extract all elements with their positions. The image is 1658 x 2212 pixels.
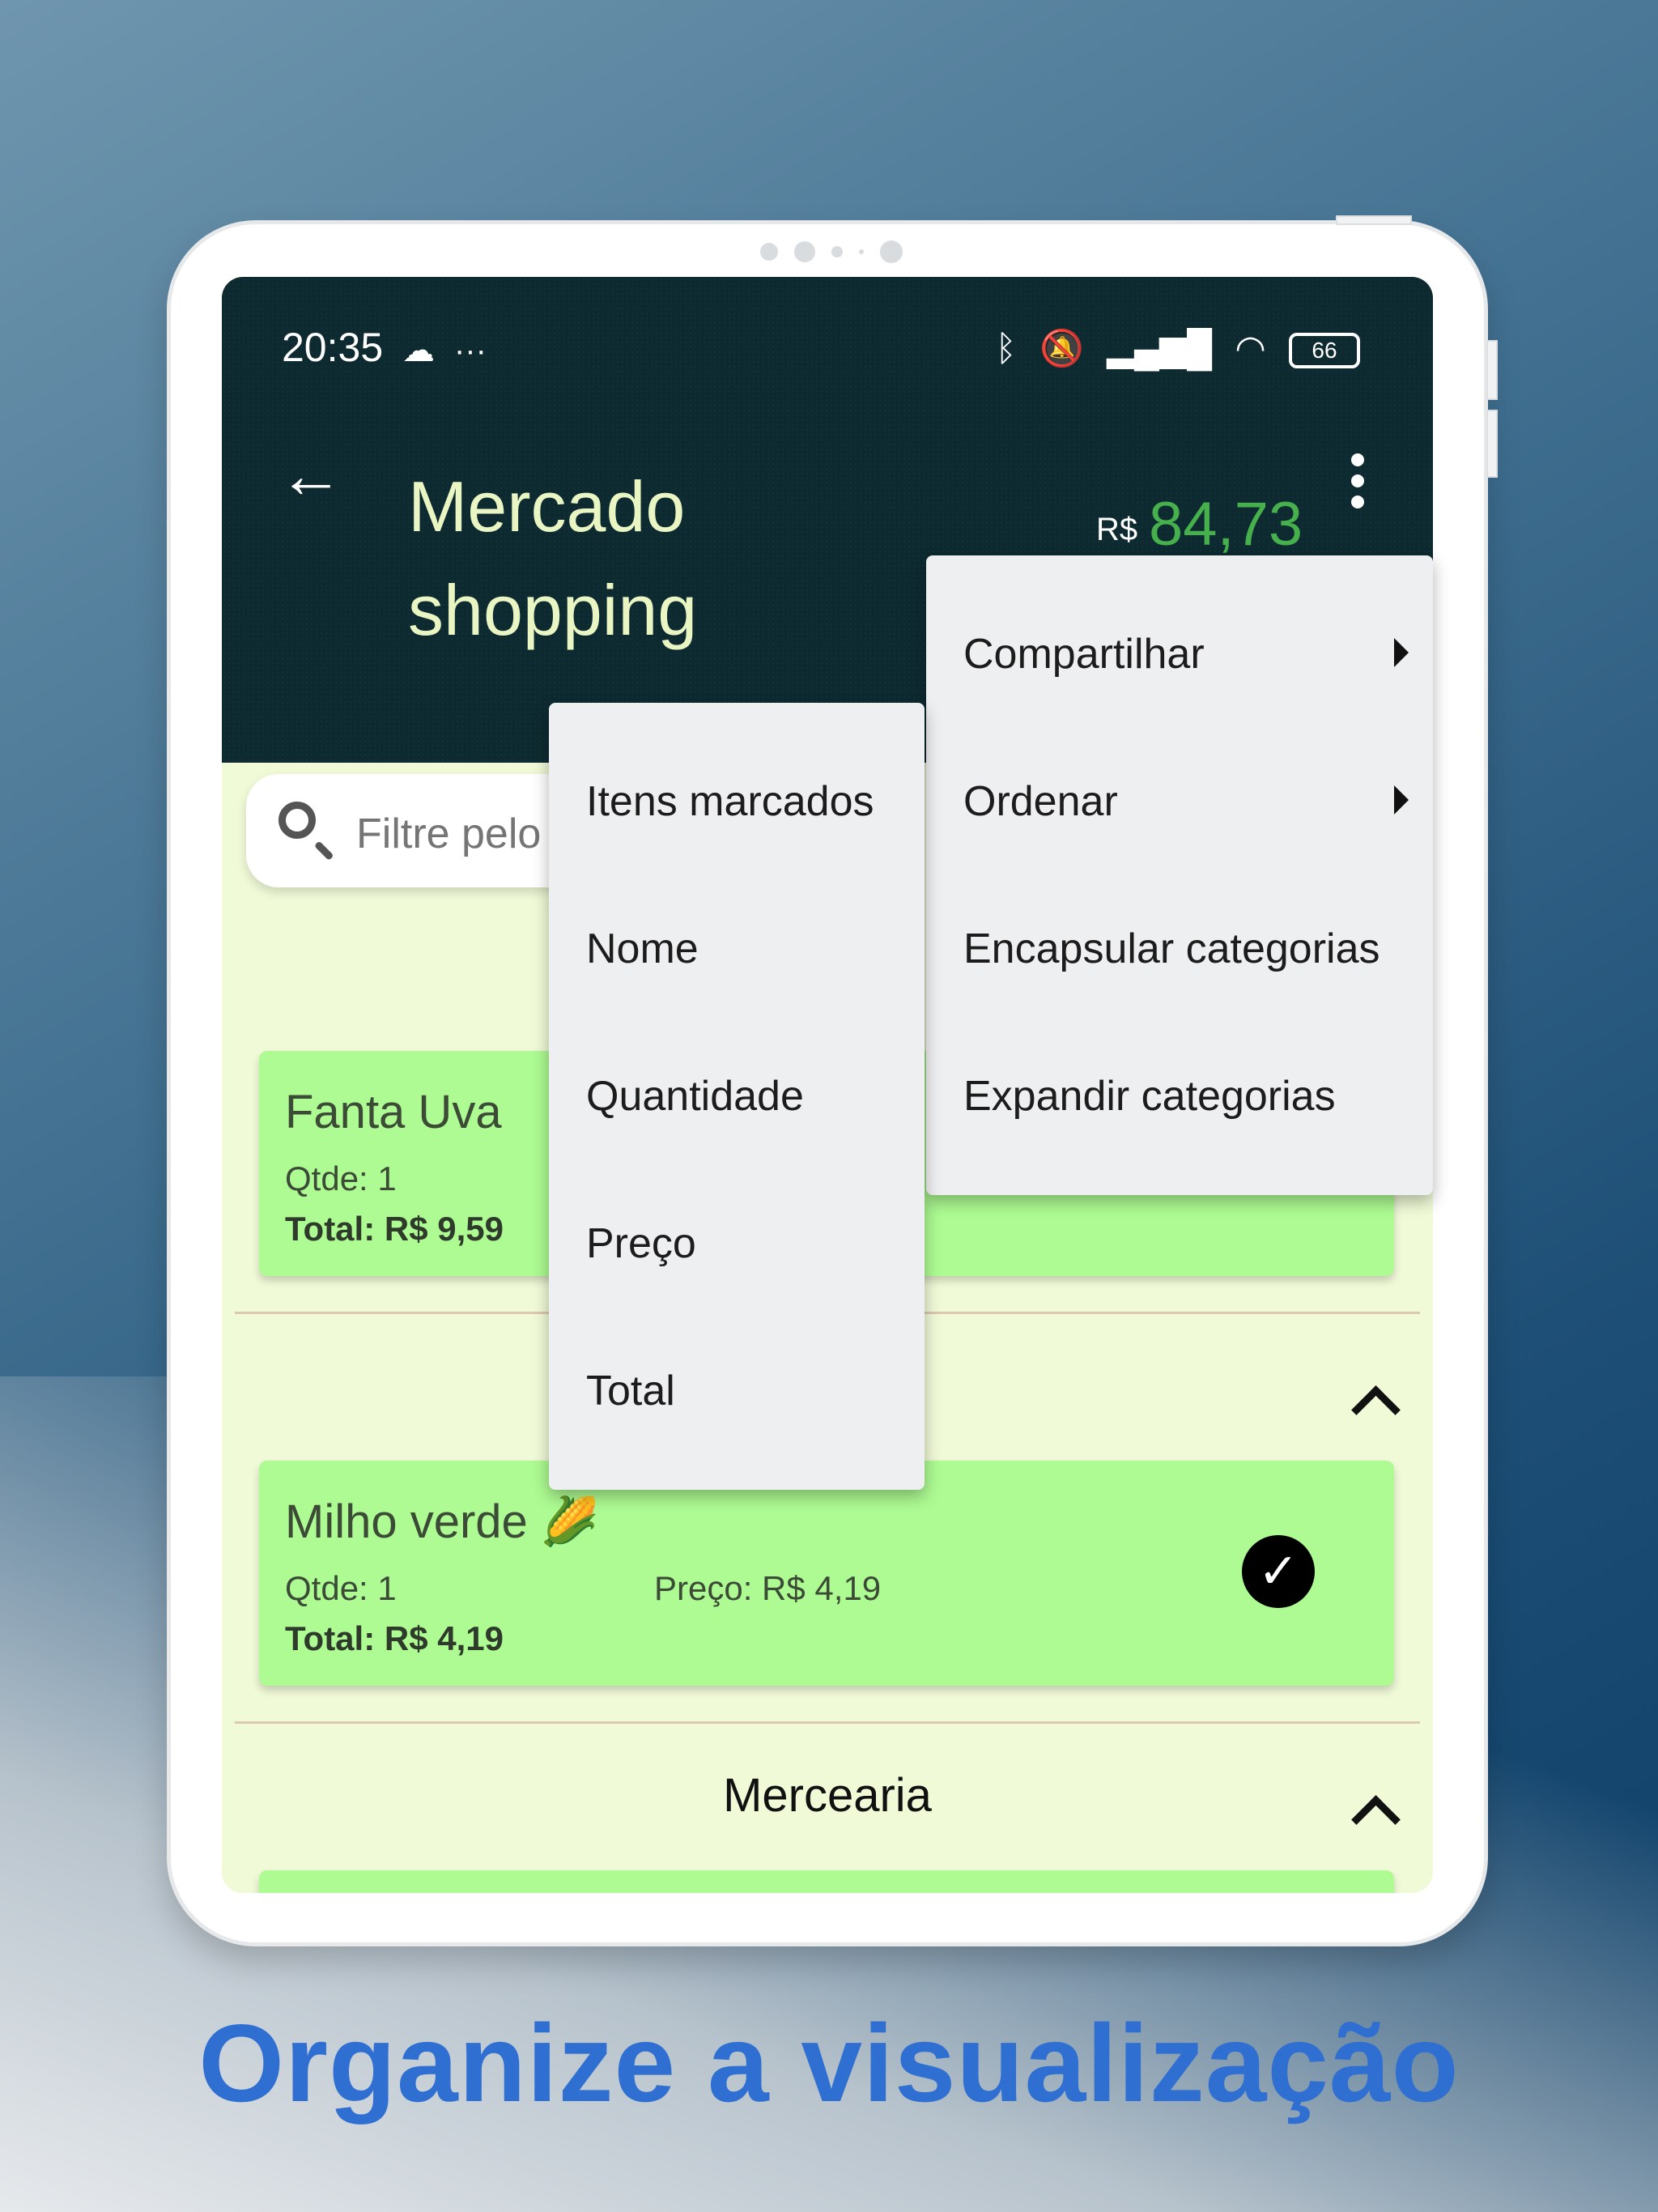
sort-option-price[interactable]: Preço: [586, 1219, 962, 1268]
more-options-icon[interactable]: [1351, 453, 1367, 517]
sort-submenu: Itens marcados Nome Quantidade Preço Tot…: [549, 703, 925, 1490]
checked-icon[interactable]: ✓: [1242, 1535, 1315, 1608]
mute-icon: 🔕: [1039, 329, 1084, 368]
tablet-side-button: [1486, 340, 1498, 400]
list-total: 84,73: [1149, 490, 1303, 559]
submenu-arrow-icon: [1394, 785, 1409, 815]
item-total: Total: R$ 4,19: [285, 1619, 504, 1657]
bluetooth-icon: ᛒ: [995, 329, 1017, 368]
battery-icon: 66: [1289, 333, 1360, 369]
item-quantity: Qtde: 1: [285, 1159, 397, 1197]
status-time: 20:35 ☁ ···: [282, 325, 487, 370]
list-item[interactable]: Milho verde 🌽 Qtde: 1 Preço: R$ 4,19 Tot…: [259, 1461, 1394, 1686]
item-quantity: Qtde: 1: [285, 1569, 397, 1607]
more-notifications-icon: ···: [453, 333, 487, 368]
tablet-side-button: [1486, 410, 1498, 478]
list-title: Mercado shopping: [408, 466, 698, 650]
status-icons: ᛒ 🔕 ▂▄▆█ ◠ 66: [982, 327, 1360, 369]
sort-option-checked-items[interactable]: Itens marcados: [586, 777, 962, 826]
menu-item-collapse-categories[interactable]: Encapsular categorias: [963, 925, 1470, 973]
item-total: Total: R$ 9,59: [285, 1210, 504, 1248]
item-name: Fanta Uva: [285, 1086, 502, 1138]
total-currency: R$: [1096, 512, 1138, 547]
menu-item-expand-categories[interactable]: Expandir categorias: [963, 1072, 1470, 1121]
options-menu: Compartilhar Ordenar Encapsular categori…: [926, 555, 1433, 1195]
sort-option-total[interactable]: Total: [586, 1367, 962, 1415]
sort-option-name[interactable]: Nome: [586, 925, 962, 973]
signal-icon: ▂▄▆█: [1107, 329, 1213, 368]
menu-item-share[interactable]: Compartilhar: [963, 630, 1470, 678]
submenu-arrow-icon: [1394, 638, 1409, 667]
chevron-up-icon[interactable]: [1351, 1385, 1401, 1435]
menu-item-label: Compartilhar: [963, 631, 1205, 678]
promo-caption: Organize a visualização: [198, 2001, 1460, 2125]
cloud-icon: ☁: [402, 333, 436, 368]
item-price: Preço: R$ 4,19: [654, 1569, 882, 1607]
camera-bar: [171, 240, 1492, 265]
search-icon: [278, 802, 316, 839]
wifi-icon: ◠: [1235, 329, 1266, 368]
menu-item-sort[interactable]: Ordenar: [963, 777, 1470, 826]
tablet-top-button: [1336, 215, 1412, 225]
search-placeholder: Filtre pelo: [356, 810, 542, 857]
sort-option-quantity[interactable]: Quantidade: [586, 1072, 962, 1121]
item-name: Milho verde 🌽: [285, 1495, 600, 1548]
menu-item-label: Ordenar: [963, 778, 1118, 825]
category-divider: [235, 1721, 1420, 1724]
category-title: Mercearia: [723, 1769, 932, 1822]
back-arrow-icon[interactable]: ←: [278, 443, 343, 508]
list-item[interactable]: [259, 1870, 1394, 1893]
